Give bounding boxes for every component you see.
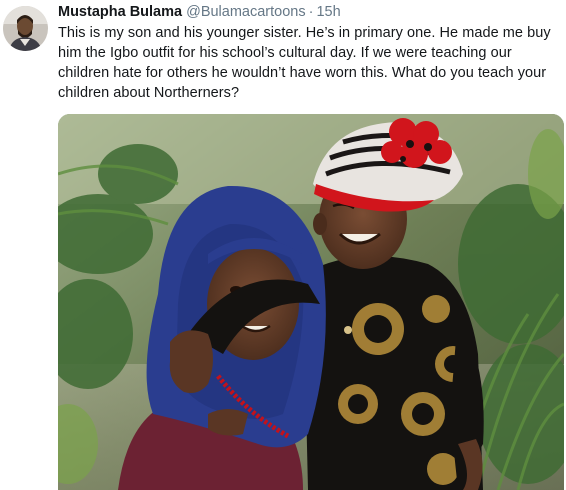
tweet-card: Mustapha Bulama @Bulamacartoons · 15h This … (0, 0, 566, 490)
dot-separator: · (308, 4, 314, 20)
photo-illustration-icon (58, 114, 564, 490)
tweet-photo[interactable] (58, 114, 564, 490)
tweet-timestamp[interactable]: 15h (316, 4, 340, 20)
author-avatar[interactable] (3, 6, 48, 51)
tweet-header: Mustapha Bulama @Bulamacartoons · 15h (58, 2, 341, 22)
author-handle[interactable]: @Bulamacartoons (186, 4, 306, 20)
author-display-name[interactable]: Mustapha Bulama (58, 4, 182, 20)
tweet-text: This is my son and his younger sister. H… (58, 25, 551, 101)
avatar-image-icon (3, 6, 48, 51)
